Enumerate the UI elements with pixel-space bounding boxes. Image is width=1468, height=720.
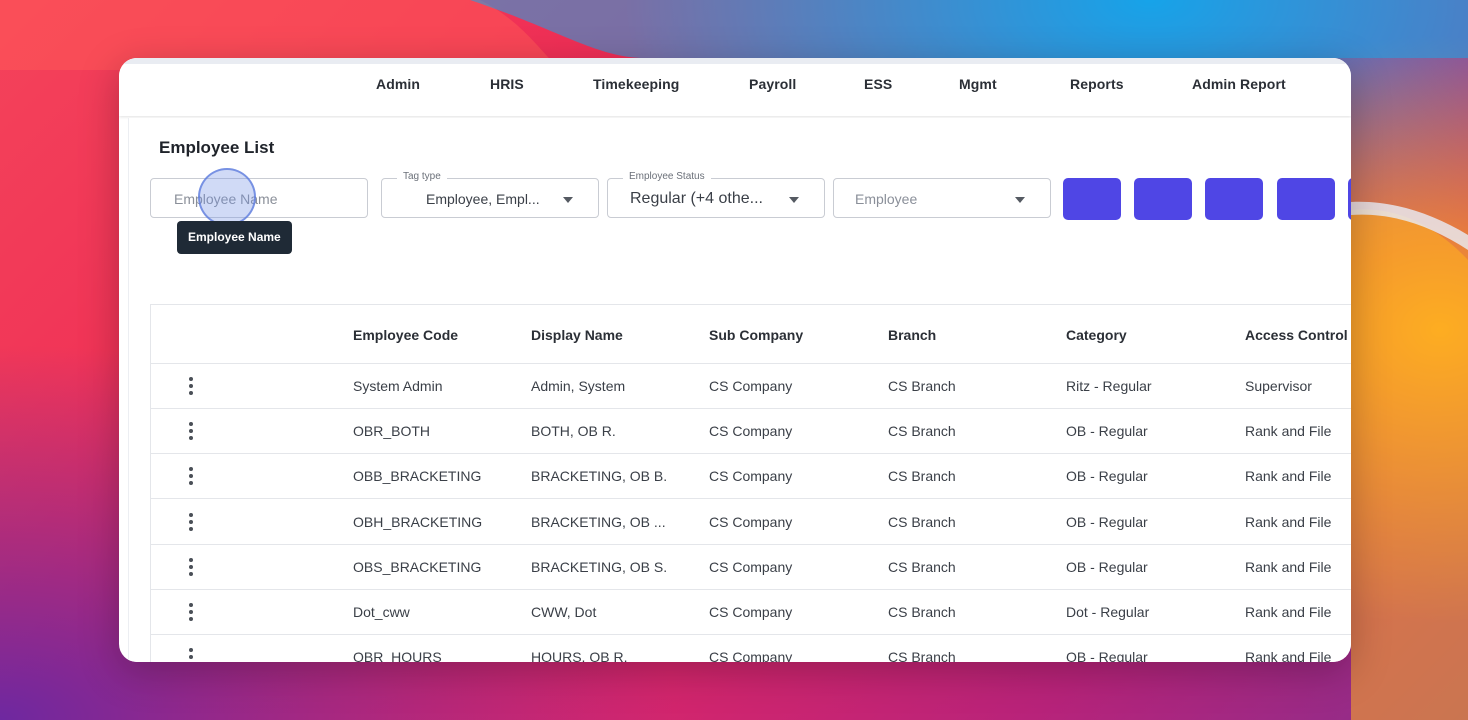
top-navigation: Admin HRIS Timekeeping Payroll ESS Mgmt … [119,58,1351,116]
category-cell: Dot - Regular [1066,604,1150,620]
table-row[interactable]: System Admin Admin, System CS Company CS Br… [151,363,1351,409]
employee-status-select[interactable]: Employee Status Regular (+4 othe... [607,171,825,218]
branch-cell: CS Branch [888,513,956,530]
action-button-1[interactable] [1063,178,1121,220]
access-control-cell: Rank and File [1245,649,1332,662]
more-vertical-icon[interactable] [181,374,201,396]
branch-cell: CS Branch [888,423,956,440]
more-vertical-icon[interactable] [181,419,201,441]
display-name-cell: BRACKETING, OB ... [531,513,666,530]
table-row[interactable]: OBB_BRACKETING BRACKETING, OB B. CS Compan… [151,453,1351,500]
sub-company-cell: CS Company [709,468,793,485]
category-cell: OB - Regular [1066,423,1148,440]
category-cell: OB - Regular [1066,468,1148,485]
more-vertical-icon[interactable] [181,464,201,486]
action-button-4[interactable] [1277,178,1335,220]
category-cell: OB - Regular [1066,649,1148,662]
sub-company-cell: CS Company [709,604,793,620]
column-employee-code[interactable]: Employee Code [353,327,458,343]
employee-code-cell: OBH_BRACKETING [353,513,483,530]
table-row[interactable]: OBH_BRACKETING BRACKETING, OB ... CS Compa… [151,499,1351,545]
branch-cell: CS Branch [888,604,956,620]
display-name-cell: CWW, Dot [531,604,597,620]
display-name-cell: HOURS, OB R. [531,649,628,662]
table-header: Employee Code Display Name Sub Company B… [151,305,1351,364]
employee-select[interactable]: Employee [833,178,1051,218]
employee-code-cell: Dot_cww [353,604,410,620]
nav-payroll[interactable]: Payroll [749,76,796,92]
table-row[interactable]: OBR_BOTH BOTH, OB R. CS Company CS Branch OB… [151,408,1351,455]
column-branch[interactable]: Branch [888,327,936,343]
employee-code-cell: OBR_HOURS [353,649,442,662]
sub-company-cell: CS Company [709,423,793,440]
access-control-cell: Rank and File [1245,513,1332,530]
nav-reports[interactable]: Reports [1070,76,1124,92]
employee-code-cell: OBR_BOTH [353,423,431,440]
more-vertical-icon[interactable] [181,600,201,622]
employee-status-legend: Employee Status [623,171,711,182]
nav-ess[interactable]: ESS [864,76,892,92]
access-control-cell: Rank and File [1245,468,1332,485]
sub-company-cell: CS Company [709,378,793,394]
nav-mgmt[interactable]: Mgmt [959,76,997,92]
sub-company-cell: CS Company [709,558,793,575]
sub-company-cell: CS Company [709,513,793,530]
more-vertical-icon[interactable] [181,645,201,662]
access-control-cell: Rank and File [1245,558,1332,575]
display-name-cell: BOTH, OB R. [531,423,616,440]
branch-cell: CS Branch [888,468,956,485]
tag-type-legend: Tag type [397,171,447,182]
employee-name-field[interactable] [150,178,368,218]
action-button-3[interactable] [1205,178,1263,220]
nav-admin-report[interactable]: Admin Report [1192,76,1286,92]
employee-code-cell: OBB_BRACKETING [353,468,482,485]
more-vertical-icon[interactable] [181,555,201,577]
employee-code-cell: System Admin [353,378,443,394]
access-control-cell: Rank and File [1245,604,1332,620]
table-row[interactable]: Dot_cww CWW, Dot CS Company CS Branch Dot - … [151,589,1351,635]
category-cell: Ritz - Regular [1066,378,1152,394]
employee-name-tooltip: Employee Name [177,221,292,254]
table-row[interactable]: OBS_BRACKETING BRACKETING, OB S. CS Compan… [151,544,1351,590]
display-name-cell: Admin, System [531,378,626,394]
access-control-cell: Rank and File [1245,423,1332,440]
employee-table: Employee Code Display Name Sub Company B… [150,304,1351,662]
category-cell: OB - Regular [1066,513,1148,530]
access-control-cell: Supervisor [1245,378,1312,394]
employee-select-value: Employee [855,191,918,207]
column-access-control[interactable]: Access Control [1245,327,1348,343]
employee-name-input[interactable] [172,190,346,208]
branch-cell: CS Branch [888,378,956,394]
category-cell: OB - Regular [1066,558,1148,575]
page-title: Employee List [159,138,275,157]
chevron-down-icon [789,197,799,203]
action-button-2[interactable] [1134,178,1192,220]
column-sub-company[interactable]: Sub Company [709,327,803,343]
tag-type-value: Employee, Empl... [426,191,540,207]
employee-status-value: Regular (+4 othe... [630,190,763,207]
app-window: Admin HRIS Timekeeping Payroll ESS Mgmt … [119,58,1351,662]
display-name-cell: BRACKETING, OB B. [531,468,668,485]
sub-company-cell: CS Company [709,649,793,662]
column-category[interactable]: Category [1066,327,1127,343]
display-name-cell: BRACKETING, OB S. [531,558,668,575]
chevron-down-icon [1015,197,1025,203]
branch-cell: CS Branch [888,558,956,575]
action-button-5[interactable] [1348,178,1351,220]
more-vertical-icon[interactable] [181,510,201,532]
employee-code-cell: OBS_BRACKETING [353,558,482,575]
chevron-down-icon [563,197,573,203]
table-row[interactable]: OBR_HOURS HOURS, OB R. CS Company CS Branch… [151,634,1351,662]
column-display-name[interactable]: Display Name [531,327,623,343]
employee-list-panel: Employee List Tag type Employee, Empl...… [128,118,1351,662]
branch-cell: CS Branch [888,649,956,662]
tag-type-select[interactable]: Tag type Employee, Empl... [381,171,599,218]
nav-admin[interactable]: Admin [376,76,420,92]
nav-timekeeping[interactable]: Timekeeping [593,76,679,92]
nav-hris[interactable]: HRIS [490,76,524,92]
